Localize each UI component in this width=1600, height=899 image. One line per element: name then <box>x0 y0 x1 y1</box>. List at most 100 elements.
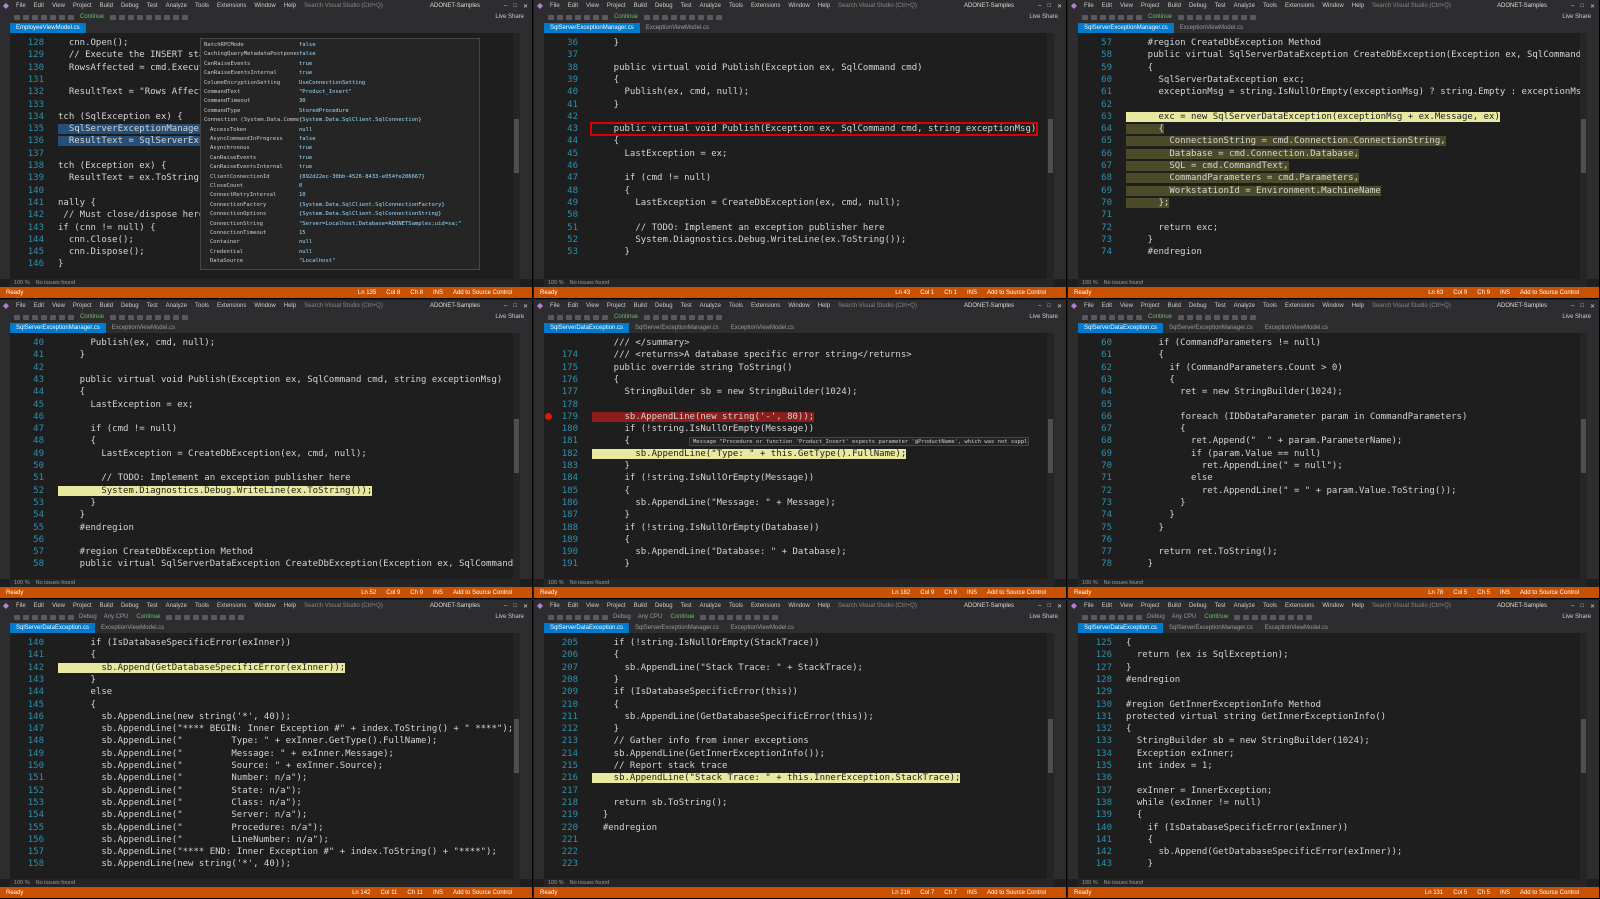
menu-item-build[interactable]: Build <box>96 303 117 309</box>
debug-toolbar-icon[interactable] <box>1205 14 1212 20</box>
vertical-scrollbar[interactable] <box>1047 333 1054 579</box>
menu-item-test[interactable]: Test <box>1211 3 1230 9</box>
debug-toolbar-icon[interactable] <box>128 14 135 20</box>
menu-item-tools[interactable]: Tools <box>725 303 747 309</box>
debug-toolbar-icon[interactable] <box>211 614 218 620</box>
debug-toolbar-icon[interactable] <box>754 614 761 620</box>
debug-config-select[interactable]: Debug <box>77 614 99 620</box>
document-tab[interactable]: SqlServerExceptionManager.cs <box>629 323 725 333</box>
toolbar-button-icon[interactable] <box>1118 314 1124 320</box>
debug-toolbar-icon[interactable] <box>155 314 162 320</box>
debug-toolbar-icon[interactable] <box>1214 314 1221 320</box>
menu-item-debug[interactable]: Debug <box>117 303 143 309</box>
live-share-button[interactable]: Live Share <box>495 614 532 620</box>
debug-toolbar-icon[interactable] <box>173 14 180 20</box>
menu-item-extensions[interactable]: Extensions <box>747 603 784 609</box>
debug-toolbar-icon[interactable] <box>137 14 144 20</box>
toolbar-button-icon[interactable] <box>1136 314 1142 320</box>
debug-toolbar-icon[interactable] <box>137 314 144 320</box>
document-tab[interactable]: SqlServerExceptionManager.cs <box>1078 23 1174 33</box>
menu-item-view[interactable]: View <box>582 603 603 609</box>
menu-item-edit[interactable]: Edit <box>1098 603 1116 609</box>
debug-toolbar-icon[interactable] <box>1214 14 1221 20</box>
debug-toolbar-icon[interactable] <box>727 614 734 620</box>
debug-toolbar-icon[interactable] <box>1306 614 1313 620</box>
menu-item-analyze[interactable]: Analyze <box>696 603 725 609</box>
minimize-icon[interactable]: – <box>1571 303 1574 310</box>
live-share-button[interactable]: Live Share <box>1562 314 1599 320</box>
source-control-button[interactable]: Add to Source Control <box>453 290 512 296</box>
toolbar-button-icon[interactable] <box>14 314 20 320</box>
zoom-level[interactable]: 100 % <box>1082 280 1098 286</box>
menu-item-window[interactable]: Window <box>1318 303 1347 309</box>
menu-item-test[interactable]: Test <box>677 303 696 309</box>
debug-toolbar-icon[interactable] <box>1223 314 1230 320</box>
toolbar-button-icon[interactable] <box>1109 14 1115 20</box>
menu-item-help[interactable]: Help <box>814 303 834 309</box>
debug-toolbar-icon[interactable] <box>1241 14 1248 20</box>
maximize-icon[interactable]: □ <box>1047 603 1051 610</box>
toolbar-button-icon[interactable] <box>68 614 74 620</box>
toolbar-button-icon[interactable] <box>1109 314 1115 320</box>
document-tab[interactable]: SqlServerExceptionManager.cs <box>544 23 640 33</box>
menu-item-build[interactable]: Build <box>630 3 651 9</box>
menu-item-help[interactable]: Help <box>814 603 834 609</box>
document-tab[interactable]: SqlServerDataException.cs <box>544 323 630 333</box>
code-editor[interactable]: 205 if (!string.IsNullOrEmpty(StackTrace… <box>544 633 1054 879</box>
toolbar-button-icon[interactable] <box>1136 14 1142 20</box>
toolbar-button-icon[interactable] <box>50 614 56 620</box>
continue-button[interactable]: Continue <box>77 314 107 320</box>
minimize-icon[interactable]: – <box>1038 3 1041 10</box>
code-editor[interactable]: 36 } 37 38 public virtual void Publish(Exc… <box>544 33 1054 279</box>
debug-toolbar-icon[interactable] <box>1232 314 1239 320</box>
document-tab[interactable]: SqlServerExceptionManager.cs <box>1163 623 1259 633</box>
debug-toolbar-icon[interactable] <box>128 314 135 320</box>
menu-item-help[interactable]: Help <box>814 3 834 9</box>
toolbar-button-icon[interactable] <box>566 14 572 20</box>
debug-toolbar-icon[interactable] <box>1178 314 1185 320</box>
toolbar-button-icon[interactable] <box>41 14 47 20</box>
datatip-row[interactable]: CommandText "Product_Insert" <box>204 88 476 96</box>
menu-item-file[interactable]: File <box>546 603 564 609</box>
datatip-row[interactable]: ConnectionOptions {System.Data.SqlClient.… <box>204 210 476 218</box>
code-editor[interactable]: 140 if (IsDatabaseSpecificError(exInner)… <box>10 633 520 879</box>
debug-toolbar-icon[interactable] <box>718 614 725 620</box>
zoom-level[interactable]: 100 % <box>1082 580 1098 586</box>
menu-item-project[interactable]: Project <box>603 303 630 309</box>
datatip-row[interactable]: ClientConnectionId {892d22ec-30bb-4526-84… <box>204 173 476 181</box>
toolbar-button-icon[interactable] <box>1082 14 1088 20</box>
toolbar-button-icon[interactable] <box>1127 614 1133 620</box>
menu-item-window[interactable]: Window <box>1318 603 1347 609</box>
code-editor[interactable]: 125{126 return (ex is SqlException); 127}… <box>1078 633 1587 879</box>
debug-toolbar-icon[interactable] <box>1232 14 1239 20</box>
debug-toolbar-icon[interactable] <box>745 614 752 620</box>
cpu-config-select[interactable]: Any CPU <box>636 614 665 620</box>
vertical-scrollbar[interactable] <box>1580 333 1587 579</box>
search-box[interactable]: Search Visual Studio (Ctrl+Q) <box>834 603 921 609</box>
toolbar-button-icon[interactable] <box>575 314 581 320</box>
toolbar-button-icon[interactable] <box>593 314 599 320</box>
debug-toolbar-icon[interactable] <box>175 614 182 620</box>
toolbar-button-icon[interactable] <box>1100 614 1106 620</box>
menu-item-test[interactable]: Test <box>677 603 696 609</box>
menu-item-help[interactable]: Help <box>1348 303 1368 309</box>
cpu-config-select[interactable]: Any CPU <box>102 614 131 620</box>
toolbar-button-icon[interactable] <box>32 314 38 320</box>
debug-toolbar-icon[interactable] <box>707 14 714 20</box>
zoom-level[interactable]: 100 % <box>548 280 564 286</box>
document-tab[interactable]: ExceptionViewModel.cs <box>725 323 800 333</box>
menu-item-project[interactable]: Project <box>603 603 630 609</box>
source-control-button[interactable]: Add to Source Control <box>453 590 512 596</box>
menu-item-view[interactable]: View <box>48 303 69 309</box>
maximize-icon[interactable]: □ <box>513 303 517 310</box>
document-tab[interactable]: SqlServerExceptionManager.cs <box>629 623 725 633</box>
menu-item-file[interactable]: File <box>1080 603 1098 609</box>
vertical-scrollbar[interactable] <box>513 33 520 279</box>
menu-item-edit[interactable]: Edit <box>564 303 582 309</box>
debug-toolbar-icon[interactable] <box>202 614 209 620</box>
minimize-icon[interactable]: – <box>1038 303 1041 310</box>
datatip-row[interactable]: ConnectRetryInterval 10 <box>204 191 476 199</box>
debug-toolbar-icon[interactable] <box>182 314 189 320</box>
menu-item-help[interactable]: Help <box>1348 603 1368 609</box>
debug-toolbar-icon[interactable] <box>1205 314 1212 320</box>
